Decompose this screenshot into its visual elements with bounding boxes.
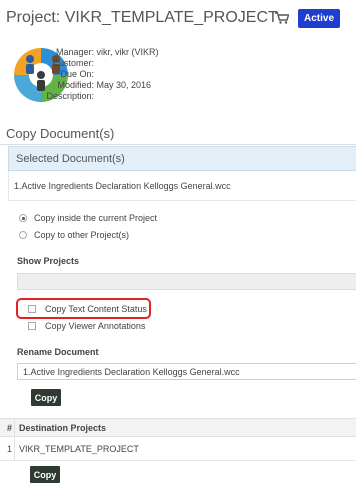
checkbox[interactable] [28, 305, 36, 313]
copy-viewer-annotations-checkbox[interactable]: Copy Viewer Annotations [28, 321, 145, 331]
section-title: Copy Document(s) [6, 126, 115, 141]
checkbox[interactable] [28, 322, 36, 330]
copy-text-content-status-checkbox[interactable]: Copy Text Content Status [28, 304, 147, 314]
checkbox-label: Copy Text Content Status [45, 304, 147, 314]
meta-customer: Customer: [52, 58, 94, 68]
meta-due-on: Due On: [60, 69, 94, 79]
page-title: Project: VIKR_TEMPLATE_PROJECT [6, 9, 278, 27]
show-projects-input[interactable] [17, 273, 356, 290]
row-project-name: VIKR_TEMPLATE_PROJECT [19, 443, 139, 454]
rename-document-input[interactable]: 1.Active Ingredients Declaration Kellogg… [17, 363, 356, 380]
project-label: Project: [6, 9, 61, 26]
meta-modified: Modified: May 30, 2016 [57, 80, 152, 90]
column-header-destination: Destination Projects [19, 422, 107, 433]
radio-label: Copy inside the current Project [34, 213, 158, 223]
checkbox-label: Copy Viewer Annotations [45, 321, 146, 331]
show-projects-label: Show Projects [17, 256, 80, 266]
radio-copy-inside[interactable]: Copy inside the current Project [19, 213, 157, 223]
meta-manager: Manager: vikr, vikr (VIKR) [55, 47, 159, 57]
column-divider [14, 419, 15, 436]
column-header-number: # [7, 422, 13, 433]
radio-label: Copy to other Project(s) [34, 230, 130, 240]
table-row[interactable]: 1 VIKR_TEMPLATE_PROJECT [0, 437, 356, 461]
destination-copy-button[interactable]: Copy [30, 466, 60, 483]
radio-button[interactable] [19, 231, 27, 239]
selected-documents-header: Selected Document(s) [8, 146, 356, 171]
row-number: 1 [7, 443, 13, 454]
meta-description: Description: [46, 91, 94, 101]
radio-copy-other[interactable]: Copy to other Project(s) [19, 230, 129, 240]
copy-button[interactable]: Copy [31, 389, 61, 406]
rename-document-label: Rename Document [17, 347, 99, 357]
column-divider [14, 437, 15, 460]
selected-document-item: 1.Active Ingredients Declaration Kellogg… [8, 171, 356, 201]
divider [0, 144, 356, 145]
shopping-cart-icon[interactable] [275, 12, 289, 24]
status-badge: Active [298, 9, 340, 28]
radio-button[interactable] [19, 214, 27, 222]
project-name: VIKR_TEMPLATE_PROJECT [64, 9, 278, 26]
destination-table-header: # Destination Projects [0, 418, 356, 437]
